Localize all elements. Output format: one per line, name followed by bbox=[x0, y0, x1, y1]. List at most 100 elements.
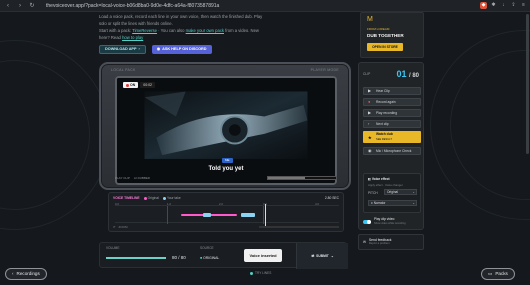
record-again-label: Record again bbox=[376, 100, 396, 104]
chat-icon: ✉ bbox=[363, 240, 366, 244]
download-icon[interactable]: ↓ bbox=[500, 2, 507, 9]
clip-label: CLIP bbox=[363, 72, 371, 76]
loop-icon[interactable]: ⟳ bbox=[113, 225, 116, 229]
device-left-label: LOCAL PACK bbox=[111, 68, 136, 72]
clip-panel: CLIP 01 / 80 ▶ Hear Clip ● Record again ▶ P… bbox=[358, 62, 424, 230]
submit-button[interactable]: ⇄ SUBMIT ⌄ bbox=[296, 243, 348, 269]
voice-timeline[interactable]: VOICE TIMELINE Original Your take 2.80 S… bbox=[108, 192, 344, 232]
discord-label: ASK HELP ON DISCORD bbox=[162, 47, 207, 51]
pack-link[interactable]: TimeReverse bbox=[132, 28, 157, 33]
play-recording-label: Play recording bbox=[376, 111, 398, 115]
timeline-tick: 2.0 bbox=[219, 202, 223, 206]
playback-progress[interactable] bbox=[267, 176, 337, 180]
zoom-slider[interactable] bbox=[259, 226, 339, 228]
watch-dub-label: Watch dub bbox=[376, 132, 393, 136]
page-scrollbar[interactable] bbox=[526, 14, 529, 154]
voice-inserted-button[interactable]: Voice inserted bbox=[244, 249, 282, 262]
source-label: SOURCE bbox=[200, 246, 214, 250]
record-again-button[interactable]: ● Record again bbox=[363, 98, 421, 106]
zoom-label: ZOOM bbox=[118, 225, 128, 229]
voice-effect-sub: Apply effect · Voice changer bbox=[368, 183, 403, 187]
toggle-switch[interactable] bbox=[363, 220, 371, 224]
extension-icon[interactable]: ✱ bbox=[490, 2, 497, 9]
intro-text: Load a voice pack, record each line in y… bbox=[99, 14, 329, 42]
chevron-down-icon: ⌄ bbox=[412, 201, 415, 205]
watch-dub-sub: SEE RESULT bbox=[376, 138, 392, 141]
voice-effect-title: Voice effect bbox=[371, 177, 390, 181]
playback-progress-fill bbox=[268, 177, 306, 179]
timeline-time-unit: SEC bbox=[332, 196, 339, 200]
volume-slider[interactable] bbox=[106, 257, 166, 259]
timeline-tick: 4.0 bbox=[315, 202, 319, 206]
promo-button[interactable]: OPEN IN STORE bbox=[367, 43, 403, 51]
clip-counter: 01 / 80 bbox=[396, 69, 419, 79]
share-icon[interactable]: ⇪ bbox=[510, 2, 517, 9]
recordings-button[interactable]: ‹ Recordings bbox=[5, 268, 47, 280]
intro-line: here? Read bbox=[99, 35, 123, 40]
legend-original: Original bbox=[143, 196, 159, 200]
discord-icon: ◉ bbox=[156, 47, 161, 51]
make-pack-link[interactable]: make your own pack bbox=[186, 28, 224, 33]
voice-effect-box: ◧ Voice effect Apply effect · Voice chan… bbox=[363, 173, 421, 213]
bottom-controls: VOLUME 80 / 80 SOURCE ■ ORIGINAL Voice in… bbox=[99, 242, 348, 269]
pitch-select[interactable]: Original ⌄ bbox=[384, 189, 417, 195]
mic-check-button[interactable]: ◉ Mic / Microphone Check bbox=[363, 147, 421, 155]
send-icon: ⇄ bbox=[311, 254, 315, 258]
menu-icon[interactable]: ≡ bbox=[520, 2, 527, 9]
volume-value: 80 / 80 bbox=[172, 255, 186, 260]
play-recording-button[interactable]: ▶ Play recording bbox=[363, 109, 421, 117]
back-icon[interactable]: ‹ bbox=[4, 2, 12, 10]
packs-icon: ▭ bbox=[488, 271, 493, 276]
playhead[interactable] bbox=[265, 204, 266, 226]
take-segment[interactable] bbox=[241, 213, 255, 217]
source-toggle[interactable]: ■ ORIGINAL bbox=[200, 256, 219, 260]
preset-select[interactable]: ≡ Narrator ⌄ bbox=[368, 200, 417, 206]
watch-dub-button[interactable]: ★ Watch dub SEE RESULT bbox=[363, 131, 421, 143]
brave-shield-icon[interactable]: ◆ bbox=[480, 2, 487, 9]
play-icon: ▶ bbox=[368, 88, 372, 93]
reload-icon[interactable]: ↻ bbox=[28, 2, 36, 10]
chevron-icon: › bbox=[138, 47, 140, 51]
source-check-icon: ■ bbox=[200, 256, 203, 260]
how-to-play-link[interactable]: how to play bbox=[122, 35, 143, 40]
timeline-time: 2.80 bbox=[324, 196, 332, 200]
intro-line: · You can also bbox=[156, 28, 186, 33]
timeline-track[interactable]: 0.0 1.0 2.0 3.0 4.0 bbox=[115, 202, 339, 226]
star-icon: ★ bbox=[368, 135, 372, 140]
feedback-sub: Report a problem bbox=[368, 242, 390, 245]
record-dot-icon bbox=[126, 83, 129, 87]
play-recording-icon: ▶ bbox=[368, 110, 372, 115]
device-foot-mid: AI DUBBED bbox=[133, 176, 151, 180]
hear-clip-label: Hear Clip bbox=[376, 89, 390, 93]
timeline-tick: 0.0 bbox=[115, 202, 119, 206]
record-icon: ● bbox=[368, 99, 371, 104]
video-screen[interactable]: ON 00:02 ME Told you yet bbox=[115, 76, 337, 185]
next-icon: › bbox=[368, 121, 370, 126]
subtitle-text: Told you yet bbox=[208, 166, 244, 172]
download-app-button[interactable]: DOWNLOAD APP › bbox=[99, 45, 146, 54]
rec-time: 00:02 bbox=[140, 82, 156, 88]
forward-icon[interactable]: › bbox=[16, 2, 24, 10]
rec-chip-label: ON bbox=[130, 83, 136, 87]
play-clip-video-toggle[interactable]: Play clip video Show video while recordin… bbox=[363, 217, 421, 227]
next-clip-button[interactable]: › Next clip bbox=[363, 120, 421, 128]
discord-button[interactable]: ◉ ASK HELP ON DISCORD bbox=[151, 45, 212, 54]
browser-toolbar: ‹ › ↻ thevoiceover.app/?pack=local-voice… bbox=[0, 0, 530, 12]
device-foot-left: PLAY CLIP bbox=[115, 176, 130, 180]
mic-check-label: Mic / Microphone Check bbox=[376, 149, 412, 153]
try-lines-label: TRY LINES bbox=[255, 271, 272, 275]
download-app-label: DOWNLOAD APP bbox=[105, 47, 137, 51]
packs-button[interactable]: ▭ Packs bbox=[481, 268, 515, 280]
back-arrow-icon: ‹ bbox=[12, 271, 14, 276]
clip-total: 80 bbox=[412, 73, 419, 79]
try-lines-note: TRY LINES bbox=[250, 271, 271, 275]
address-bar[interactable]: thevoiceover.app/?pack=local-voice-b06d8… bbox=[46, 2, 480, 10]
take-segment[interactable] bbox=[203, 213, 211, 217]
recording-indicator: ON 00:02 bbox=[123, 82, 156, 88]
send-feedback-button[interactable]: ✉ Send feedback Report a problem bbox=[358, 234, 424, 250]
intro-line: Start with a pack: bbox=[99, 28, 133, 33]
hear-clip-button[interactable]: ▶ Hear Clip bbox=[363, 87, 421, 95]
chevron-down-icon: ⌄ bbox=[412, 190, 415, 194]
legend-take-label: Your take bbox=[166, 196, 181, 200]
promo-title: DUB TOGETHER bbox=[367, 33, 404, 38]
